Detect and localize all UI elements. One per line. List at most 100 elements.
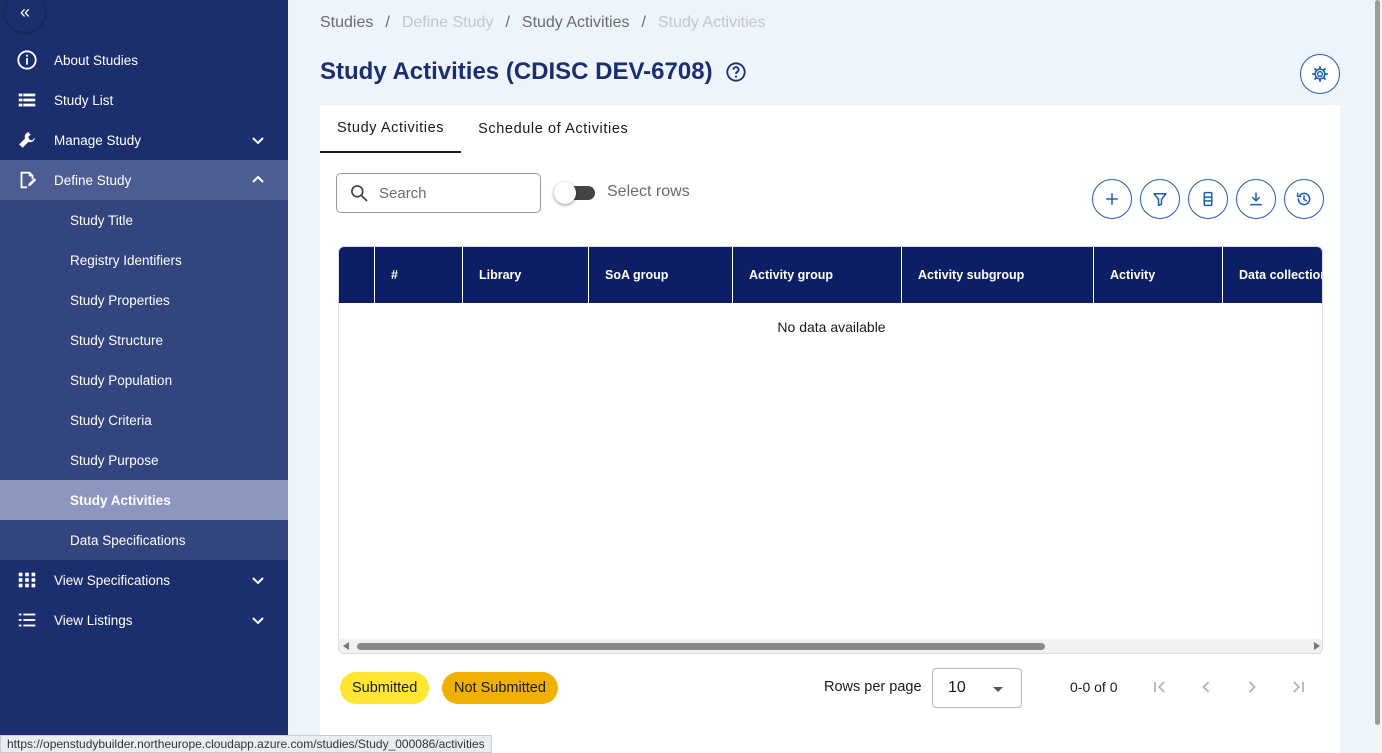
- previous-page-button[interactable]: [1194, 675, 1218, 699]
- column-header-soa-group[interactable]: SoA group: [589, 247, 733, 303]
- select-rows-toggle[interactable]: [554, 182, 595, 204]
- grid-icon: [0, 569, 54, 591]
- scroll-right-icon[interactable]: [1314, 642, 1320, 650]
- breadcrumb-current: Study Activities: [657, 14, 766, 31]
- filter-button[interactable]: [1140, 179, 1180, 219]
- column-header-actions: [339, 247, 375, 303]
- wrench-icon: [0, 129, 54, 151]
- tabs: Study Activities Schedule of Activities: [320, 105, 645, 153]
- breadcrumb-studies[interactable]: Studies: [320, 14, 373, 32]
- vertical-scrollbar[interactable]: [1372, 0, 1382, 753]
- toggle-knob: [554, 182, 576, 204]
- sidebar-item-define-study[interactable]: Define Study: [0, 160, 288, 200]
- column-header-data-collection[interactable]: Data collection: [1223, 247, 1322, 303]
- history-button[interactable]: [1284, 179, 1324, 219]
- chevron-double-left-icon: «: [19, 1, 30, 22]
- sidebar-item-about-studies[interactable]: About Studies: [0, 40, 288, 80]
- vertical-scrollbar-thumb[interactable]: [1375, 0, 1380, 725]
- pagination-controls: [1148, 675, 1310, 699]
- activities-table: # Library SoA group Activity group Activ…: [338, 246, 1323, 654]
- page-title: Study Activities (CDISC DEV-6708): [320, 58, 747, 86]
- empty-table-message: No data available: [777, 319, 886, 335]
- activities-card: Study Activities Schedule of Activities …: [320, 105, 1340, 753]
- sidebar-subitem-study-properties[interactable]: Study Properties: [0, 280, 288, 320]
- scrollbar-thumb[interactable]: [357, 643, 1045, 650]
- first-page-button[interactable]: [1148, 675, 1172, 699]
- select-rows-label: Select rows: [607, 183, 690, 200]
- legend-submitted-chip: Submitted: [340, 672, 430, 704]
- sidebar-item-view-listings[interactable]: View Listings: [0, 600, 288, 640]
- chevron-down-icon: [252, 577, 264, 585]
- scroll-left-icon[interactable]: [343, 642, 349, 650]
- info-icon: [0, 49, 54, 71]
- tab-schedule-of-activities[interactable]: Schedule of Activities: [461, 105, 645, 153]
- last-page-icon: [1293, 681, 1304, 693]
- chevron-up-icon: [252, 175, 264, 183]
- sidebar-subitem-registry-identifiers[interactable]: Registry Identifiers: [0, 240, 288, 280]
- table-actions: [1092, 179, 1324, 219]
- download-button[interactable]: [1236, 179, 1276, 219]
- list-icon: [0, 89, 54, 111]
- status-bar-url: https://openstudybuilder.northeurope.clo…: [0, 735, 492, 753]
- sidebar-nav: About Studies Study List Manage Study De…: [0, 40, 288, 640]
- sidebar-subitem-study-population[interactable]: Study Population: [0, 360, 288, 400]
- sidebar-subitem-study-title[interactable]: Study Title: [0, 200, 288, 240]
- main-content: Studies / Define Study / Study Activitie…: [288, 0, 1382, 753]
- table-header: # Library SoA group Activity group Activ…: [339, 247, 1322, 303]
- add-activity-button[interactable]: [1092, 179, 1132, 219]
- pagination-range: 0-0 of 0: [1070, 679, 1118, 695]
- sidebar-item-label: Study List: [54, 92, 114, 108]
- column-header-activity-subgroup[interactable]: Activity subgroup: [902, 247, 1094, 303]
- columns-button[interactable]: [1188, 179, 1228, 219]
- search-icon: [351, 185, 368, 202]
- search-input[interactable]: [379, 184, 529, 202]
- sidebar-item-view-specifications[interactable]: View Specifications: [0, 560, 288, 600]
- column-header-activity[interactable]: Activity: [1094, 247, 1223, 303]
- horizontal-scrollbar[interactable]: [339, 639, 1322, 653]
- rows-per-page-value: 10: [948, 679, 966, 696]
- help-icon[interactable]: [725, 61, 747, 83]
- collapse-sidebar-button[interactable]: «: [5, 0, 45, 32]
- last-page-button[interactable]: [1286, 675, 1310, 699]
- first-page-icon: [1154, 681, 1165, 693]
- search-field[interactable]: [336, 173, 541, 213]
- chevron-down-icon: [252, 137, 264, 145]
- sidebar-subitem-study-activities[interactable]: Study Activities: [0, 480, 288, 520]
- download-icon: [1250, 192, 1262, 206]
- rows-per-page-label: Rows per page: [824, 679, 922, 695]
- breadcrumb-study-activities[interactable]: Study Activities: [522, 14, 630, 32]
- gear-icon: [1311, 65, 1329, 83]
- columns-icon: [1203, 191, 1213, 207]
- column-header-number[interactable]: #: [375, 247, 463, 303]
- sidebar-item-label: View Specifications: [54, 572, 171, 588]
- sidebar-item-manage-study[interactable]: Manage Study: [0, 120, 288, 160]
- chevron-left-icon: [1202, 681, 1210, 693]
- sidebar: « About Studies Study List Manage Study: [0, 0, 288, 753]
- list-bullets-icon: [0, 609, 54, 631]
- chevron-right-icon: [1248, 681, 1256, 693]
- breadcrumb-define-study[interactable]: Define Study: [402, 14, 494, 32]
- history-icon: [1296, 192, 1311, 206]
- breadcrumb: Studies / Define Study / Study Activitie…: [320, 14, 766, 32]
- sidebar-subitem-study-structure[interactable]: Study Structure: [0, 320, 288, 360]
- sidebar-item-label: Manage Study: [54, 132, 142, 148]
- settings-button[interactable]: [1300, 54, 1340, 94]
- sidebar-subitem-study-purpose[interactable]: Study Purpose: [0, 440, 288, 480]
- caret-down-icon: [993, 687, 1003, 692]
- plus-icon: [1106, 193, 1118, 205]
- sidebar-item-label: Define Study: [54, 172, 132, 188]
- sidebar-item-study-list[interactable]: Study List: [0, 80, 288, 120]
- column-header-activity-group[interactable]: Activity group: [733, 247, 902, 303]
- tab-study-activities[interactable]: Study Activities: [320, 105, 462, 153]
- edit-document-icon: [0, 169, 54, 191]
- chevron-down-icon: [252, 617, 264, 625]
- filter-icon: [1153, 193, 1167, 207]
- sidebar-subitem-data-specifications[interactable]: Data Specifications: [0, 520, 288, 560]
- column-header-library[interactable]: Library: [463, 247, 589, 303]
- legend-not-submitted-chip: Not Submitted: [442, 672, 558, 704]
- sidebar-item-label: About Studies: [54, 52, 139, 68]
- rows-per-page-select[interactable]: 10: [932, 668, 1022, 708]
- sidebar-item-label: View Listings: [54, 612, 133, 628]
- sidebar-subitem-study-criteria[interactable]: Study Criteria: [0, 400, 288, 440]
- next-page-button[interactable]: [1240, 675, 1264, 699]
